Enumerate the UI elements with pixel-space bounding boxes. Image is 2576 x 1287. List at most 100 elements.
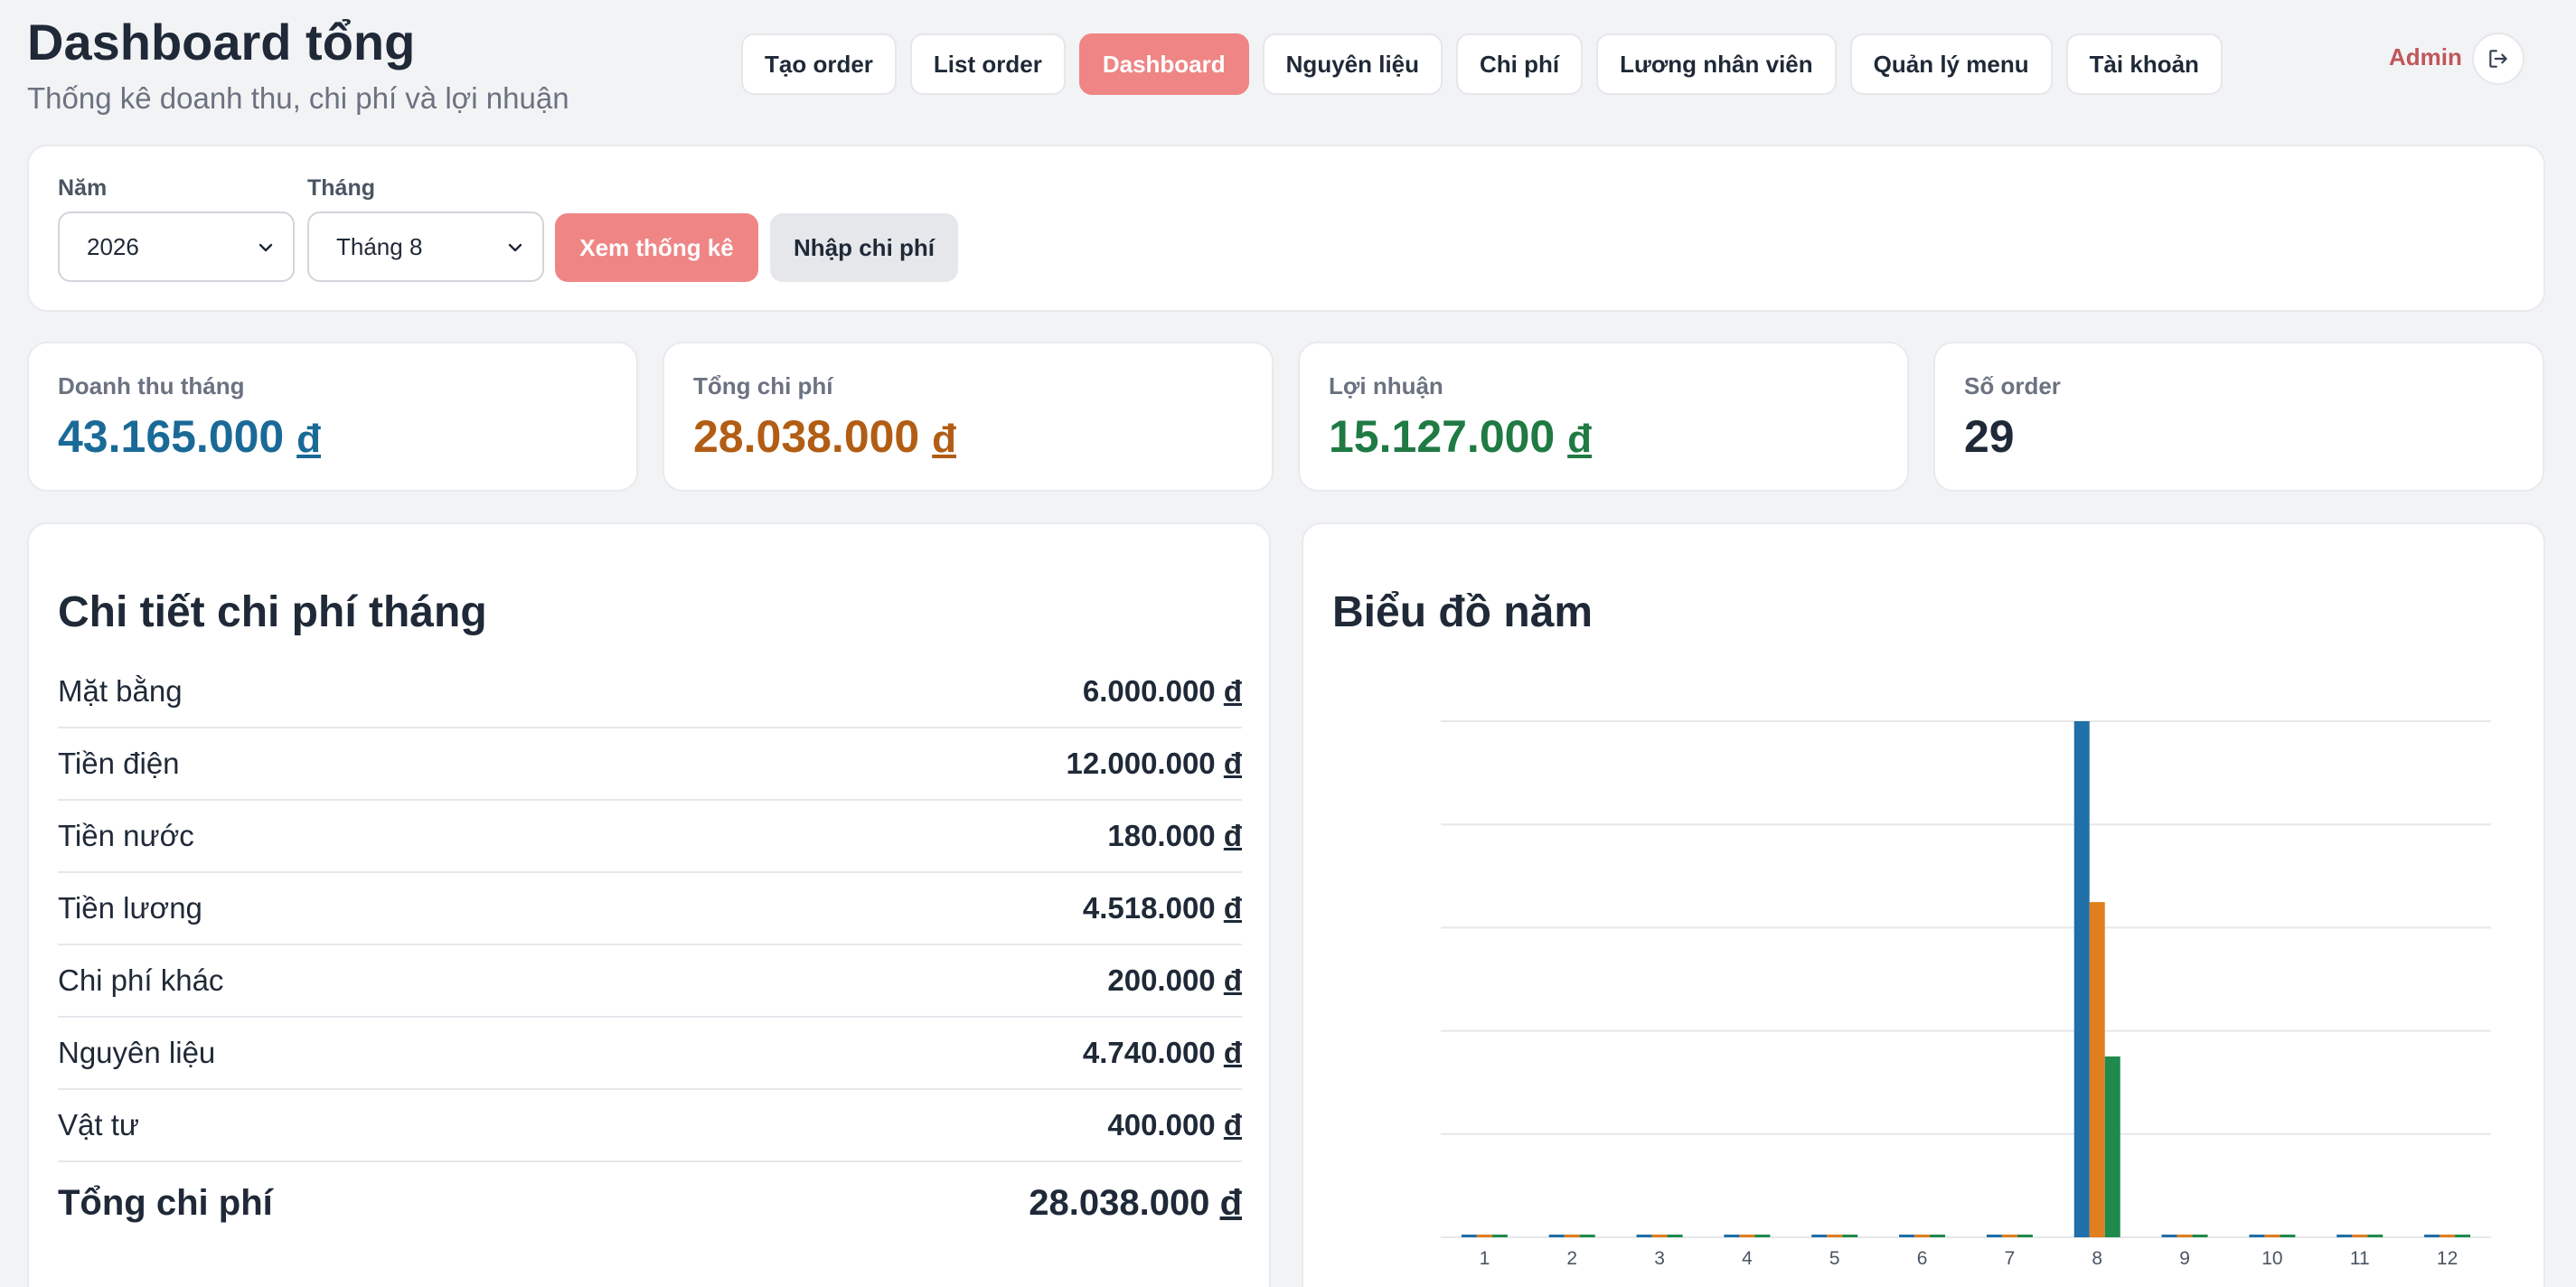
chart-bar <box>2017 1235 2033 1237</box>
list-item: Tiền điện 12.000.000 đ <box>58 728 1242 801</box>
expense-detail-card: Chi tiết chi phí tháng Mặt bằng 6.000.00… <box>27 522 1271 1287</box>
chevron-down-icon <box>508 243 522 252</box>
chart-bar <box>2455 1235 2471 1237</box>
filter-card: Năm 2026 Tháng Tháng 8 Xem thống kê Nhập… <box>27 145 2545 312</box>
chart-bar <box>1811 1235 1828 1237</box>
x-tick-label: 2 <box>1566 1248 1577 1269</box>
nav-nguyen-lieu[interactable]: Nguyên liệu <box>1262 33 1443 95</box>
currency-symbol: đ <box>1567 417 1593 461</box>
chart-bar <box>1724 1235 1740 1237</box>
stat-profit: Lợi nhuận 15.127.000 đ <box>1298 342 1909 492</box>
stat-label: Tổng chi phí <box>693 372 833 399</box>
header: Dashboard tổng Thống kê doanh thu, chi p… <box>0 0 2576 136</box>
chart-bar <box>1476 1235 1492 1237</box>
list-item: Nguyên liệu 4.740.000 đ <box>58 1018 1242 1090</box>
x-tick-label: 12 <box>2437 1248 2458 1269</box>
year-label: Năm <box>58 175 108 201</box>
list-item: Mặt bằng 6.000.000 đ <box>58 656 1242 728</box>
nav-tao-order[interactable]: Tạo order <box>741 33 897 95</box>
chart-bar <box>2176 1235 2193 1237</box>
year-value: 2026 <box>87 232 139 260</box>
chart-bar <box>1491 1235 1508 1237</box>
x-tick-label: 10 <box>2261 1248 2282 1269</box>
chart-bar <box>1899 1235 1915 1237</box>
nav-dashboard[interactable]: Dashboard <box>1078 33 1249 95</box>
nav-luong-nhan-vien[interactable]: Lương nhân viên <box>1596 33 1837 95</box>
view-stats-button[interactable]: Xem thống kê <box>555 213 758 282</box>
month-label: Tháng <box>307 175 375 201</box>
list-item: Tiền nước 180.000 đ <box>58 801 1242 873</box>
stat-orders: Số order 29 <box>1933 342 2544 492</box>
x-tick-label: 8 <box>2092 1248 2102 1269</box>
chart-bar <box>1914 1235 1931 1237</box>
x-tick-label: 4 <box>1742 1248 1753 1269</box>
chart-bar <box>2249 1235 2265 1237</box>
chart-bar <box>1651 1235 1668 1237</box>
chart-bar <box>1667 1235 1683 1237</box>
chart-bar <box>2280 1235 2296 1237</box>
nav-tai-khoan[interactable]: Tài khoản <box>2065 33 2223 95</box>
chart-bar <box>2264 1235 2280 1237</box>
chart-bar <box>2073 721 2090 1237</box>
x-tick-label: 3 <box>1654 1248 1665 1269</box>
year-bar-chart: 1 2 3 4 5 6 7 8 9 10 11 12 <box>1441 720 2491 1269</box>
chart-bar <box>2161 1235 2177 1237</box>
list-item: Tiền lương 4.518.000 đ <box>58 873 1242 945</box>
chart-bar <box>2367 1235 2383 1237</box>
expense-total-row: Tổng chi phí 28.038.000 đ <box>58 1182 1242 1223</box>
stat-cost: Tổng chi phí 28.038.000 đ <box>663 342 1274 492</box>
page-subtitle: Thống kê doanh thu, chi phí và lợi nhuận <box>27 81 569 115</box>
chart-bar <box>2336 1235 2353 1237</box>
stat-value: 28.038.000 đ <box>693 411 957 462</box>
chart-bar <box>2192 1235 2208 1237</box>
currency-symbol: đ <box>932 417 957 461</box>
currency-symbol: đ <box>296 417 322 461</box>
user-name: Admin <box>2389 43 2462 70</box>
x-tick-label: 1 <box>1480 1248 1490 1269</box>
chart-bar <box>1930 1235 1946 1237</box>
list-item: Vật tư 400.000 đ <box>58 1090 1242 1162</box>
nav-quan-ly-menu[interactable]: Quản lý menu <box>1849 33 2053 95</box>
chart-bar <box>2352 1235 2368 1237</box>
chart-bar <box>1461 1235 1477 1237</box>
chart-bar <box>2104 1056 2120 1237</box>
x-tick-label: 9 <box>2179 1248 2190 1269</box>
stat-label: Lợi nhuận <box>1329 372 1443 399</box>
stat-label: Doanh thu tháng <box>58 372 245 399</box>
chart-bar <box>2089 902 2105 1237</box>
chart-bar <box>2440 1235 2456 1237</box>
chart-bar <box>1636 1235 1652 1237</box>
chart-bar <box>1754 1235 1771 1237</box>
enter-cost-button[interactable]: Nhập chi phí <box>770 213 958 282</box>
chart-bar <box>2424 1235 2440 1237</box>
stat-value: 43.165.000 đ <box>58 411 322 462</box>
chart-bar <box>1579 1235 1595 1237</box>
chart-bar <box>1739 1235 1755 1237</box>
nav-list-order[interactable]: List order <box>909 33 1066 95</box>
year-select[interactable]: 2026 <box>58 211 295 282</box>
chart-bar <box>1548 1235 1565 1237</box>
logout-icon <box>2489 50 2507 68</box>
x-tick-label: 5 <box>1829 1248 1840 1269</box>
chart-bar <box>2001 1235 2017 1237</box>
logout-button[interactable] <box>2472 33 2524 85</box>
chart-card: Biểu đồ năm 1 2 3 4 5 6 7 8 9 10 11 12 <box>1302 522 2545 1287</box>
nav-chi-phi[interactable]: Chi phí <box>1456 33 1584 95</box>
top-nav: Tạo order List order Dashboard Nguyên li… <box>741 33 2223 95</box>
list-item: Chi phí khác 200.000 đ <box>58 945 1242 1018</box>
expense-title: Chi tiết chi phí tháng <box>58 588 487 636</box>
chart-bar <box>1986 1235 2002 1237</box>
chevron-down-icon <box>259 243 273 252</box>
chart-bar <box>1564 1235 1580 1237</box>
expense-list: Mặt bằng 6.000.000 đ Tiền điện 12.000.00… <box>58 656 1242 1244</box>
stat-label: Số order <box>1964 372 2061 399</box>
page-title: Dashboard tổng <box>27 14 416 70</box>
chart-bar <box>1842 1235 1858 1237</box>
month-value: Tháng 8 <box>336 232 423 260</box>
x-tick-label: 11 <box>2350 1248 2370 1269</box>
stat-revenue: Doanh thu tháng 43.165.000 đ <box>27 342 638 492</box>
stat-value: 29 <box>1964 411 2015 462</box>
chart-bar <box>1827 1235 1843 1237</box>
month-select[interactable]: Tháng 8 <box>307 211 544 282</box>
x-tick-label: 7 <box>2005 1248 2016 1269</box>
